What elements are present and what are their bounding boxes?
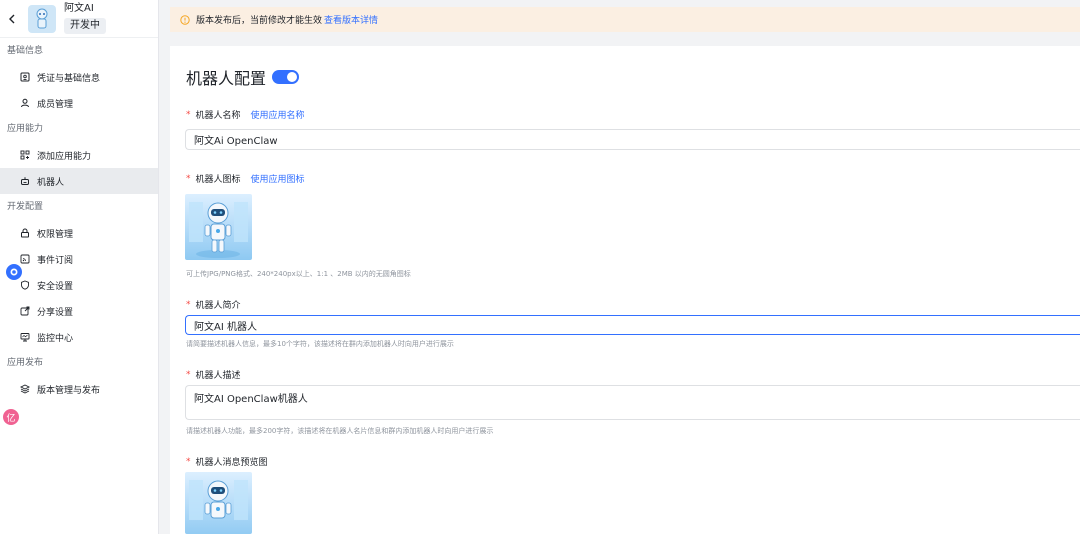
preview-label-text: 机器人消息预览图 — [195, 458, 268, 468]
layers-icon — [20, 384, 30, 394]
plugin-float-icon[interactable]: 亿 — [3, 409, 19, 425]
nav-section-basic: 基础信息 — [7, 46, 44, 56]
user-icon — [20, 98, 30, 108]
icon-hint: 可上传JPG/PNG格式、240*240px以上、1:1 、2MB 以内的无圆角… — [186, 270, 411, 278]
desc-hint: 请描述机器人功能，最多200字符，该描述将在机器人名片信息和群内添加机器人时向用… — [186, 427, 494, 435]
robot-intro-input[interactable]: 阿文AI 机器人 — [185, 315, 1080, 335]
page-title-row: 机器人配置 — [186, 65, 300, 89]
sidebar-item-security[interactable]: 安全设置 — [0, 272, 158, 298]
name-field-label: * 机器人名称 使用应用名称 — [186, 108, 305, 122]
robot-name-input[interactable]: 阿文Ai OpenClaw — [185, 129, 1080, 150]
app-header: 阿文AI 开发中 — [0, 0, 158, 38]
robot-intro-value: 阿文AI 机器人 — [194, 321, 257, 333]
notice-banner: 版本发布后，当前修改才能生效 查看版本详情 — [170, 7, 1080, 32]
intro-label-text: 机器人简介 — [195, 301, 241, 311]
icon-field-label: * 机器人图标 使用应用图标 — [186, 172, 305, 186]
required-mark: * — [186, 456, 191, 467]
required-mark: * — [186, 299, 191, 310]
robot-name-value: 阿文Ai OpenClaw — [194, 136, 278, 147]
name-label-text: 机器人名称 — [195, 111, 241, 121]
credential-icon — [20, 72, 30, 82]
assistant-float-icon[interactable] — [6, 264, 22, 280]
sidebar-item-label: 监控中心 — [37, 333, 74, 344]
back-arrow-icon[interactable] — [6, 13, 18, 25]
sidebar-item-share[interactable]: 分享设置 — [0, 298, 158, 324]
use-app-icon-link[interactable]: 使用应用图标 — [251, 172, 305, 185]
notice-text: 版本发布后，当前修改才能生效 — [196, 16, 323, 26]
desc-label-text: 机器人描述 — [195, 371, 241, 381]
lock-icon — [20, 228, 30, 238]
view-version-link[interactable]: 查看版本详情 — [324, 13, 378, 26]
robot-desc-textarea[interactable]: 阿文AI OpenClaw机器人 — [185, 385, 1080, 420]
sidebar-item-label: 凭证与基础信息 — [37, 73, 101, 84]
robot-preview-image[interactable] — [185, 472, 252, 534]
required-mark: * — [186, 369, 191, 380]
share-icon — [20, 306, 30, 316]
intro-hint: 请简要描述机器人信息，最多10个字符，该描述将在群内添加机器人时向用户进行展示 — [186, 340, 454, 348]
apps-grid-icon — [20, 150, 30, 160]
sidebar-item-label: 分享设置 — [37, 307, 74, 318]
sidebar: 阿文AI 开发中 基础信息 凭证与基础信息 成员管理 应用能力 添加应用能力 机… — [0, 0, 159, 534]
monitor-icon — [20, 332, 30, 342]
robot-desc-value: 阿文AI OpenClaw机器人 — [194, 394, 308, 405]
rss-icon — [20, 254, 30, 264]
sidebar-item-label: 成员管理 — [37, 99, 74, 110]
nav-section-dev-config: 开发配置 — [7, 202, 44, 212]
sidebar-item-version[interactable]: 版本管理与发布 — [0, 376, 158, 402]
sidebar-item-label: 添加应用能力 — [37, 151, 92, 162]
sidebar-item-label: 安全设置 — [37, 281, 74, 292]
required-mark: * — [186, 109, 191, 120]
icon-label-text: 机器人图标 — [195, 175, 241, 185]
robot-config-card: 机器人配置 * 机器人名称 使用应用名称 阿文Ai OpenClaw * 机器人… — [170, 46, 1080, 534]
sidebar-item-monitor[interactable]: 监控中心 — [0, 324, 158, 350]
desc-field-label: * 机器人描述 — [186, 368, 241, 382]
robot-icon — [20, 176, 30, 186]
preview-field-label: * 机器人消息预览图 — [186, 455, 268, 469]
page-title: 机器人配置 — [186, 69, 267, 88]
nav-section-capabilities: 应用能力 — [7, 124, 44, 134]
intro-field-label: * 机器人简介 — [186, 298, 241, 312]
status-badge: 开发中 — [64, 18, 106, 34]
sidebar-item-label: 事件订阅 — [37, 255, 74, 266]
sidebar-item-permissions[interactable]: 权限管理 — [0, 220, 158, 246]
required-mark: * — [186, 173, 191, 184]
shield-icon — [20, 280, 30, 290]
sidebar-item-label: 机器人 — [37, 177, 65, 188]
app-name: 阿文AI — [64, 3, 94, 14]
robot-enable-toggle[interactable] — [272, 70, 300, 84]
sidebar-item-label: 权限管理 — [37, 229, 74, 240]
app-avatar — [28, 4, 56, 33]
sidebar-item-events[interactable]: 事件订阅 — [0, 246, 158, 272]
nav-section-release: 应用发布 — [7, 358, 44, 368]
sidebar-item-members[interactable]: 成员管理 — [0, 90, 158, 116]
sidebar-item-credentials[interactable]: 凭证与基础信息 — [0, 64, 158, 90]
robot-icon-image[interactable] — [185, 194, 252, 260]
use-app-name-link[interactable]: 使用应用名称 — [251, 108, 305, 121]
warning-icon — [180, 14, 190, 25]
sidebar-item-label: 版本管理与发布 — [37, 385, 101, 396]
sidebar-item-add-capability[interactable]: 添加应用能力 — [0, 142, 158, 168]
sidebar-item-robot[interactable]: 机器人 — [0, 168, 158, 194]
